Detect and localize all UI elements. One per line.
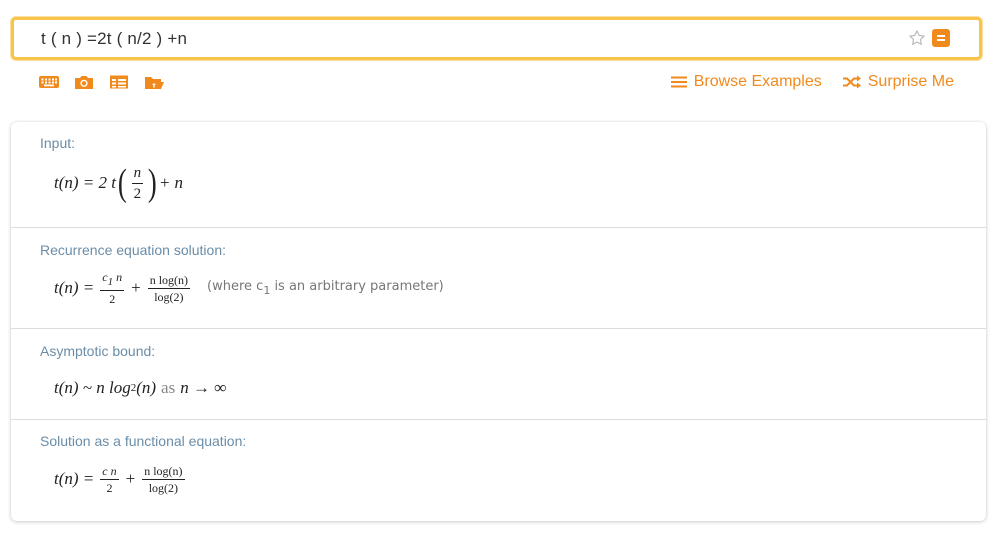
pod-title: Solution as a functional equation: <box>40 433 247 449</box>
functional-equation-expression: t(n) = c n 2 + n log(n) log(2) <box>54 463 185 495</box>
browse-examples-link[interactable]: Browse Examples <box>670 73 822 91</box>
results-card: Input: t(n) = 2 t ( n 2 ) + n Recurrence… <box>11 122 986 521</box>
surprise-me-link[interactable]: Surprise Me <box>842 73 954 91</box>
surprise-me-label: Surprise Me <box>867 73 954 90</box>
pod-title: Recurrence equation solution: <box>40 242 227 258</box>
parameter-note: (where c1 is an arbitrary parameter) <box>207 279 444 297</box>
browse-examples-label: Browse Examples <box>693 73 822 90</box>
recurrence-solution-pod: Recurrence equation solution: t(n) = c1 … <box>11 228 986 329</box>
input-pod: Input: t(n) = 2 t ( n 2 ) + n <box>11 122 986 228</box>
shuffle-icon <box>842 75 861 89</box>
star-icon[interactable] <box>907 28 927 48</box>
camera-icon[interactable] <box>73 73 95 91</box>
input-toolbar <box>38 73 165 93</box>
search-bar[interactable] <box>11 17 982 60</box>
header-links: Browse Examples Surprise Me <box>670 73 954 91</box>
table-icon[interactable] <box>108 73 130 91</box>
fraction: n log(n) log(2) <box>147 272 191 304</box>
search-input[interactable] <box>41 28 861 49</box>
menu-icon <box>670 76 687 88</box>
asymptotic-bound-expression: t(n) ~ n log 2 (n) as n → ∞ <box>54 378 227 397</box>
pod-title: Input: <box>40 135 76 151</box>
compute-button[interactable] <box>932 29 950 47</box>
folder-icon[interactable] <box>143 73 165 91</box>
pod-title: Asymptotic bound: <box>40 343 156 359</box>
fraction: n 2 <box>131 164 144 202</box>
fraction: n log(n) log(2) <box>142 463 185 495</box>
input-expression: t(n) = 2 t ( n 2 ) + n <box>54 162 184 204</box>
asymptotic-bound-pod: Asymptotic bound: t(n) ~ n log 2 (n) as n … <box>11 329 986 420</box>
fraction: c n 2 <box>100 463 119 495</box>
functional-equation-pod: Solution as a functional equation: t(n) … <box>11 420 986 521</box>
left-paren: ( <box>117 162 127 204</box>
fraction: c1 n 2 <box>100 270 125 306</box>
keyboard-icon[interactable] <box>38 73 60 91</box>
right-paren: ) <box>148 162 157 204</box>
recurrence-solution-expression: t(n) = c1 n 2 + n log(n) log(2) (where c… <box>54 270 444 306</box>
